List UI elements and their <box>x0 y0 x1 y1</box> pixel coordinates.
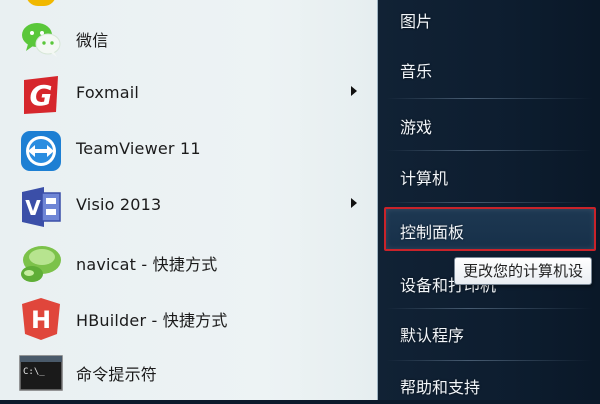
wechat-icon <box>18 16 64 62</box>
control-panel-tooltip: 更改您的计算机设 <box>454 257 593 285</box>
program-label: Visio 2013 <box>76 195 162 214</box>
program-item-hbuilder[interactable]: H HBuilder - 快捷方式 <box>0 292 377 346</box>
menu-item-label: 游戏 <box>400 118 433 137</box>
menu-item-label: 默认程序 <box>400 326 465 345</box>
foxmail-icon-glyph: G <box>30 79 53 112</box>
submenu-arrow-icon[interactable] <box>351 198 357 208</box>
teamviewer-icon <box>18 128 64 174</box>
command-prompt-icon: C:\_ <box>18 350 64 396</box>
foxmail-icon: G <box>18 72 64 118</box>
menu-separator <box>386 150 592 151</box>
program-item-visio[interactable]: V Visio 2013 <box>0 180 377 234</box>
program-label: TeamViewer 11 <box>76 139 201 158</box>
partial-program-icon <box>26 0 56 6</box>
places-pane: 图片 音乐 游戏 计算机 控制面板 设备和打印机 默认程序 帮助和支持 <box>378 0 600 400</box>
program-item-wechat[interactable]: 微信 <box>0 12 377 66</box>
program-item-command-prompt[interactable]: C:\_ 命令提示符 <box>0 346 377 400</box>
menu-separator <box>386 98 592 99</box>
program-item-navicat[interactable]: navicat - 快捷方式 <box>0 236 377 290</box>
menu-item-label: 音乐 <box>400 62 433 81</box>
menu-item-help-and-support[interactable]: 帮助和支持 <box>378 364 600 404</box>
submenu-arrow-icon[interactable] <box>351 86 357 96</box>
menu-item-label: 帮助和支持 <box>400 378 481 397</box>
program-label: 微信 <box>76 31 109 50</box>
program-label: 命令提示符 <box>76 365 158 384</box>
menu-item-pictures[interactable]: 图片 <box>378 0 600 38</box>
start-menu: 微信 G Foxmail TeamViewer 11 V Visio 2013 … <box>0 0 600 400</box>
program-item-foxmail[interactable]: G Foxmail <box>0 68 377 122</box>
programs-pane: 微信 G Foxmail TeamViewer 11 V Visio 2013 … <box>0 0 378 400</box>
menu-item-control-panel[interactable]: 控制面板 <box>384 207 596 251</box>
menu-item-label: 图片 <box>400 12 433 31</box>
navicat-icon <box>18 240 64 286</box>
program-item-teamviewer[interactable]: TeamViewer 11 <box>0 124 377 178</box>
menu-separator <box>386 308 592 309</box>
menu-item-label: 计算机 <box>400 169 449 188</box>
hbuilder-icon-glyph: H <box>31 306 51 334</box>
menu-item-computer[interactable]: 计算机 <box>378 155 600 195</box>
menu-item-music[interactable]: 音乐 <box>378 48 600 88</box>
menu-separator <box>386 202 592 203</box>
visio-icon: V <box>18 184 64 230</box>
hbuilder-icon: H <box>18 296 64 342</box>
menu-item-games[interactable]: 游戏 <box>378 104 600 144</box>
menu-separator <box>386 360 592 361</box>
menu-item-label: 控制面板 <box>400 223 465 242</box>
program-label: HBuilder - 快捷方式 <box>76 311 228 330</box>
visio-icon-glyph: V <box>25 196 41 220</box>
menu-item-default-programs[interactable]: 默认程序 <box>378 312 600 352</box>
program-label: navicat - 快捷方式 <box>76 255 218 274</box>
program-label: Foxmail <box>76 83 140 102</box>
command-prompt-icon-glyph: C:\_ <box>23 367 45 377</box>
